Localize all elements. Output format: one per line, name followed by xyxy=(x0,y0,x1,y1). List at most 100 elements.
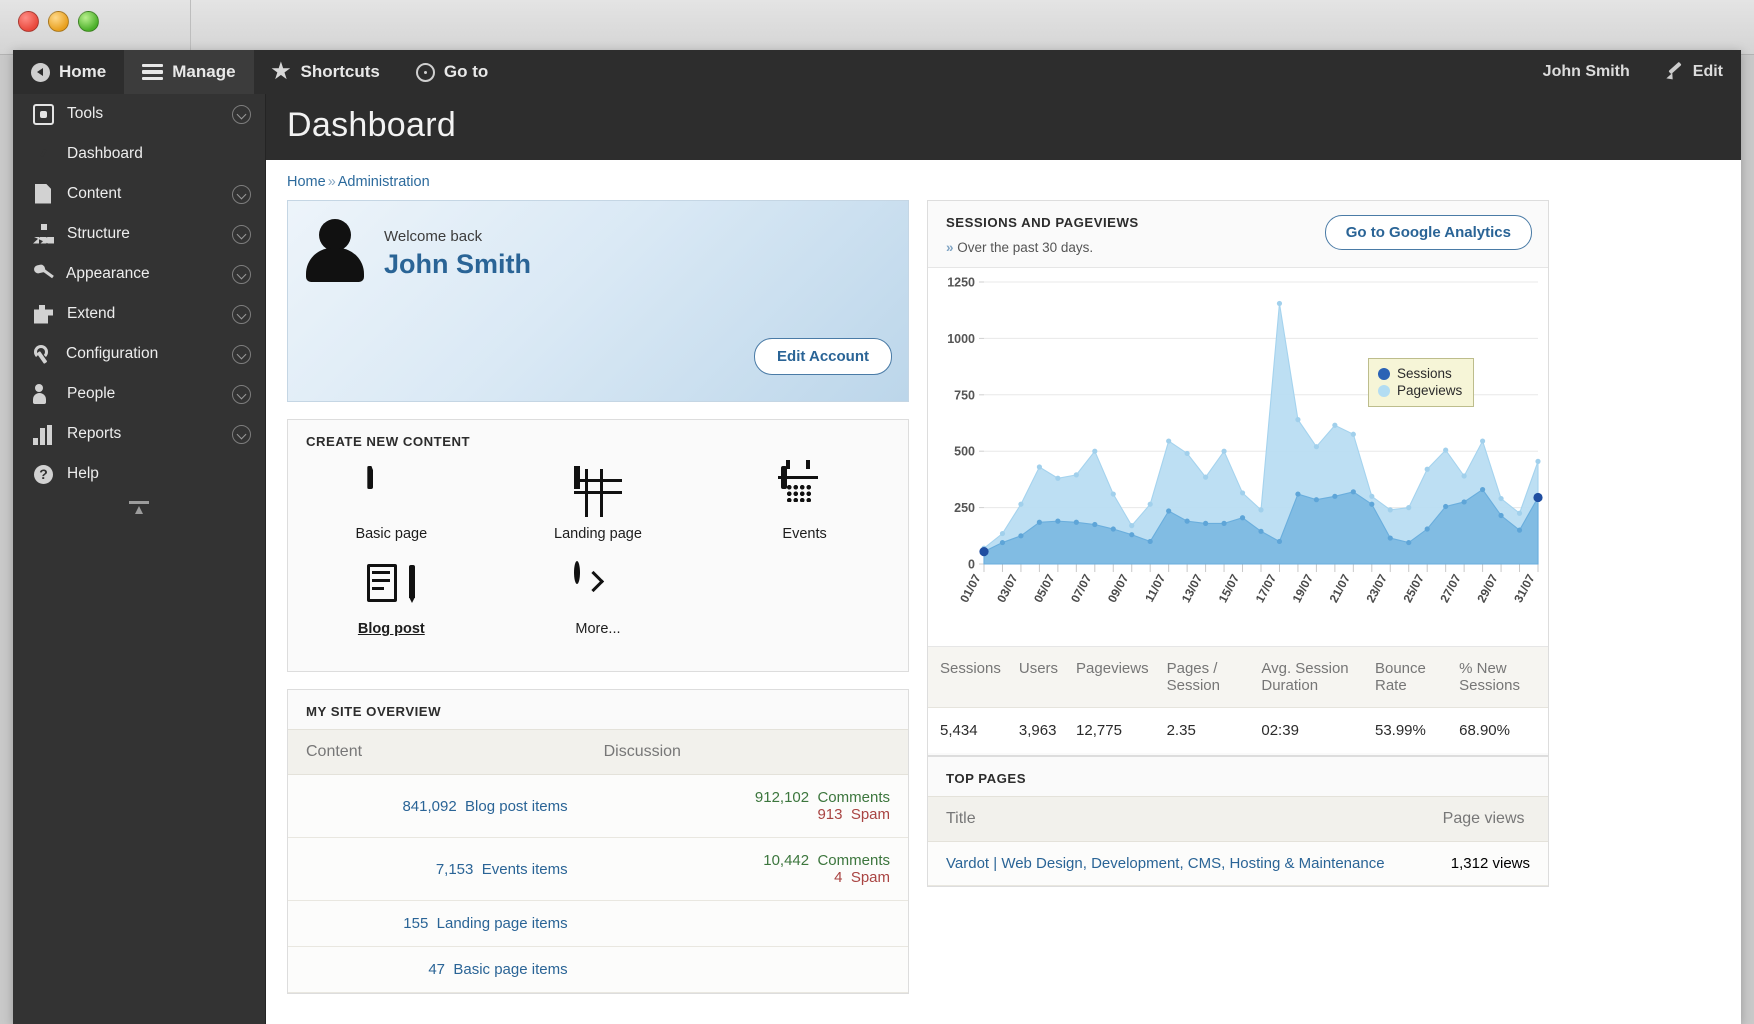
overview-spam-link[interactable]: Spam xyxy=(851,806,890,823)
overview-comments-link[interactable]: Comments xyxy=(817,789,890,806)
sidebar-item-extend[interactable]: Extend xyxy=(13,294,265,334)
create-events[interactable]: Events xyxy=(701,460,908,556)
edit-account-button[interactable]: Edit Account xyxy=(754,338,892,375)
right-column: SESSIONS AND PAGEVIEWS Go to Google Anal… xyxy=(927,200,1549,887)
minimize-window-button[interactable] xyxy=(48,11,69,32)
sidebar-item-tools[interactable]: Tools xyxy=(13,94,265,134)
overview-spam-count: 913 xyxy=(817,806,843,823)
svg-text:05/07: 05/07 xyxy=(1031,572,1058,605)
sidebar-item-help[interactable]: Help xyxy=(13,454,265,494)
site-overview-table: Content Discussion 841,092 Blog post ite… xyxy=(288,729,908,993)
toolbar-item-manage[interactable]: Manage xyxy=(124,50,254,94)
svg-text:1250: 1250 xyxy=(947,276,975,290)
sidebar-item-reports[interactable]: Reports xyxy=(13,414,265,454)
site-overview-header-content: Content xyxy=(288,729,586,775)
legend-item-pageviews: Pageviews xyxy=(1378,382,1462,399)
table-row: 47 Basic page items xyxy=(288,946,908,993)
overview-spam-link[interactable]: Spam xyxy=(851,869,890,886)
table-grid-icon xyxy=(573,466,622,517)
toolbar-edit-button[interactable]: Edit xyxy=(1648,50,1741,94)
overview-content-cell: 7,153 Events items xyxy=(288,837,586,901)
collapse-sidebar-icon[interactable] xyxy=(129,501,149,521)
welcome-user-name: John Smith xyxy=(384,249,531,279)
overview-link[interactable]: Events items xyxy=(482,861,568,878)
sidebar-label-dashboard: Dashboard xyxy=(67,145,143,162)
chevron-right-circle-icon xyxy=(573,561,622,612)
svg-text:500: 500 xyxy=(954,445,975,459)
breadcrumb-home-link[interactable]: Home xyxy=(287,174,326,190)
overview-count: 7,153 xyxy=(435,860,474,878)
toolbar-manage-label: Manage xyxy=(172,62,236,81)
star-icon: ★ xyxy=(271,59,291,83)
create-events-label: Events xyxy=(782,526,827,542)
toolbar-user-account[interactable]: John Smith xyxy=(1501,50,1648,94)
overview-link[interactable]: Basic page items xyxy=(453,961,567,978)
svg-text:250: 250 xyxy=(954,501,975,515)
create-landing-page[interactable]: Landing page xyxy=(495,461,702,556)
close-window-button[interactable] xyxy=(18,11,39,32)
analytics-stats-table: Sessions Users Pageviews Pages / Session… xyxy=(928,647,1548,753)
overview-link[interactable]: Blog post items xyxy=(465,798,568,815)
tools-icon xyxy=(33,103,54,125)
chevron-down-icon-extend[interactable] xyxy=(232,304,251,324)
stats-header-users: Users xyxy=(1006,647,1065,708)
analytics-subtitle-text: Over the past 30 days. xyxy=(957,240,1094,255)
svg-text:01/07: 01/07 xyxy=(957,572,984,605)
toolbar-item-shortcuts[interactable]: ★ Shortcuts xyxy=(254,50,398,94)
sidebar-item-configuration[interactable]: Configuration xyxy=(13,334,265,374)
breadcrumb-current-link[interactable]: Administration xyxy=(338,174,430,190)
overview-discussion-cell xyxy=(585,900,908,947)
chevron-down-icon-tools[interactable] xyxy=(232,104,251,124)
sidebar-label-appearance: Appearance xyxy=(66,265,150,282)
stats-value-sessions: 5,434 xyxy=(928,707,1007,753)
toolbar-item-goto[interactable]: Go to xyxy=(398,50,506,94)
create-content-grid: Basic page Landing page Events Blog post xyxy=(288,459,908,671)
sidebar-item-structure[interactable]: Structure xyxy=(13,214,265,254)
top-pages-table: Title Page views Vardot | Web Design, De… xyxy=(928,796,1548,886)
overview-comments-link[interactable]: Comments xyxy=(817,852,890,869)
sidebar-label-people: People xyxy=(67,385,116,402)
create-basic-page-label: Basic page xyxy=(355,526,428,542)
overview-count: 155 xyxy=(403,915,429,932)
top-pages-link[interactable]: Vardot | Web Design, Development, CMS, H… xyxy=(946,855,1385,872)
create-blog-post-label: Blog post xyxy=(357,621,425,637)
toolbar-item-home[interactable]: Home xyxy=(13,50,124,94)
chevron-down-icon-configuration[interactable] xyxy=(232,344,251,364)
overview-discussion-cell xyxy=(585,946,908,993)
svg-text:1000: 1000 xyxy=(947,332,975,346)
create-more-label: More... xyxy=(575,621,621,637)
stats-header-bounce-rate: Bounce Rate xyxy=(1362,647,1448,708)
paintbrush-icon xyxy=(33,264,53,284)
calendar-icon xyxy=(780,460,829,517)
svg-text:03/07: 03/07 xyxy=(994,572,1021,605)
table-row: 841,092 Blog post items 912,102 Comments… xyxy=(288,774,908,838)
top-pages-header-row: Title Page views xyxy=(928,796,1548,842)
toolbar-goto-label: Go to xyxy=(443,62,489,81)
chevron-down-icon-content[interactable] xyxy=(232,184,251,204)
chevron-down-icon-reports[interactable] xyxy=(232,424,251,444)
sidebar-label-extend: Extend xyxy=(67,305,116,322)
sidebar-item-dashboard[interactable]: Dashboard xyxy=(13,134,265,174)
toolbar-home-label: Home xyxy=(59,62,107,81)
zoom-window-button[interactable] xyxy=(78,11,99,32)
create-basic-page[interactable]: Basic page xyxy=(288,461,495,556)
create-blog-post[interactable]: Blog post xyxy=(288,556,495,651)
sessions-pageviews-chart[interactable]: 0 250 500 750 1000 1250 01/07 03/07 05/07 07/07 09… xyxy=(928,267,1548,647)
overview-discussion-cell: 10,442 Comments 4 Spam xyxy=(585,837,908,901)
sidebar-item-people[interactable]: People xyxy=(13,374,265,414)
svg-text:23/07: 23/07 xyxy=(1363,572,1390,605)
chevron-down-icon-people[interactable] xyxy=(232,384,251,404)
table-row: Vardot | Web Design, Development, CMS, H… xyxy=(928,841,1548,886)
chevron-down-icon-appearance[interactable] xyxy=(232,264,251,284)
sidebar-label-structure: Structure xyxy=(67,225,130,242)
svg-text:21/07: 21/07 xyxy=(1327,572,1354,605)
main-content: Home» Administration Welcome back John Sm… xyxy=(266,160,1741,1024)
sidebar-item-appearance[interactable]: Appearance xyxy=(13,254,265,294)
go-to-google-analytics-button[interactable]: Go to Google Analytics xyxy=(1324,215,1532,250)
create-more[interactable]: More... xyxy=(495,556,702,651)
sidebar-label-content: Content xyxy=(67,185,122,202)
sidebar-item-content[interactable]: Content xyxy=(13,174,265,214)
top-pages-row-title: Vardot | Web Design, Development, CMS, H… xyxy=(928,841,1425,886)
overview-link[interactable]: Landing page items xyxy=(437,915,568,932)
chevron-down-icon-structure[interactable] xyxy=(232,224,251,244)
